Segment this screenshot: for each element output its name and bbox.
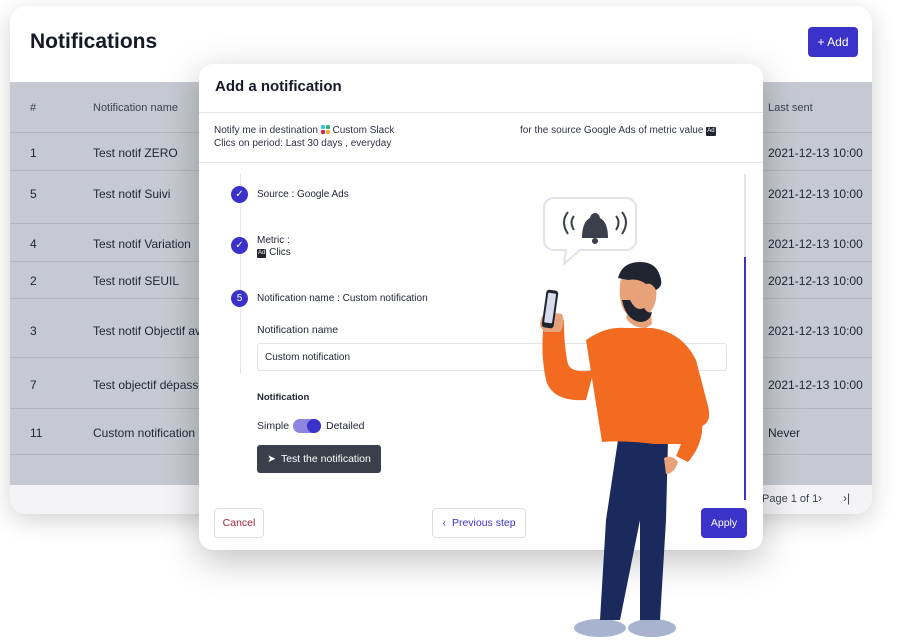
- cancel-button[interactable]: Cancel: [214, 508, 264, 538]
- notification-name-input[interactable]: [257, 343, 727, 371]
- apply-button[interactable]: Apply: [701, 508, 747, 538]
- google-ads-icon: Ad: [706, 127, 716, 136]
- cell-id: 2: [30, 274, 37, 288]
- last-page-button[interactable]: ›|: [843, 491, 850, 505]
- summary-period: Clics on period: Last 30 days , everyday: [214, 138, 392, 149]
- col-header-name: Notification name: [93, 102, 178, 114]
- divider: [199, 162, 763, 163]
- add-notification-modal: Add a notification Notify me in destinat…: [199, 64, 763, 550]
- modal-title: Add a notification: [215, 78, 342, 95]
- cell-id: 3: [30, 324, 37, 338]
- cell-name: Test objectif dépasse: [93, 378, 206, 392]
- test-notification-button[interactable]: ➤ Test the notification: [257, 445, 381, 473]
- col-header-id: #: [30, 102, 37, 114]
- stepper-line: [240, 174, 241, 374]
- cell-id: 7: [30, 378, 37, 392]
- scrollbar-thumb[interactable]: [744, 257, 746, 500]
- cell-id: 11: [30, 426, 43, 440]
- previous-step-button[interactable]: ‹ Previous step: [432, 508, 526, 538]
- cell-name: Custom notification: [93, 426, 196, 440]
- chevron-left-icon: ‹: [442, 517, 446, 529]
- previous-step-label: Previous step: [451, 517, 516, 529]
- cell-name: Test notif Suivi: [93, 187, 171, 201]
- cell-last-sent: 2021-12-13 10:00: [768, 146, 863, 160]
- toggle-label-simple: Simple: [257, 420, 290, 432]
- slack-icon: [320, 125, 330, 134]
- cell-name: Test notif Variation: [93, 237, 191, 251]
- page-title: Notifications: [30, 30, 158, 53]
- notification-name-label: Notification name: [257, 324, 339, 336]
- add-button[interactable]: + Add: [808, 27, 858, 57]
- cell-last-sent: Never: [768, 426, 801, 440]
- summary-text: Notify me in destination: [214, 125, 318, 136]
- check-icon: ✓: [231, 237, 248, 254]
- notification-section-label: Notification: [257, 392, 310, 403]
- cell-last-sent: 2021-12-13 10:00: [768, 324, 863, 338]
- step-metric[interactable]: Metric : Ad Clics: [257, 235, 291, 259]
- google-ads-icon: Ad: [257, 249, 267, 258]
- check-icon: ✓: [231, 186, 248, 203]
- divider: [199, 112, 763, 113]
- col-header-last-sent: Last sent: [768, 102, 813, 114]
- toggle-knob: [307, 419, 321, 433]
- step-metric-value: Clics: [269, 247, 291, 258]
- cell-id: 5: [30, 187, 37, 201]
- cell-last-sent: 2021-12-13 10:00: [768, 237, 863, 251]
- step-source[interactable]: Source : Google Ads: [257, 189, 349, 201]
- cell-last-sent: 2021-12-13 10:00: [768, 187, 863, 201]
- cell-last-sent: 2021-12-13 10:00: [768, 274, 863, 288]
- test-button-label: Test the notification: [280, 453, 371, 465]
- page-info: Page 1 of 1: [762, 493, 819, 505]
- notification-summary: Notify me in destination Custom Slack Cl…: [214, 124, 744, 150]
- cell-name: Test notif ZERO: [93, 146, 178, 160]
- cell-last-sent: 2021-12-13 10:00: [768, 378, 863, 392]
- cell-id: 4: [30, 237, 37, 251]
- detail-toggle[interactable]: [293, 419, 321, 433]
- cell-name: Test notif Objectif ava: [93, 324, 208, 338]
- next-page-button[interactable]: ›: [818, 491, 822, 505]
- step-metric-label: Metric :: [257, 235, 290, 246]
- summary-source: for the source Google Ads of metric valu…: [520, 125, 704, 136]
- cell-id: 1: [30, 146, 37, 160]
- cell-name: Test notif SEUIL: [93, 274, 180, 288]
- step-number-badge: 5: [231, 290, 248, 307]
- summary-destination: Custom Slack: [332, 125, 395, 136]
- send-icon: ➤: [267, 453, 276, 465]
- step-current: Notification name : Custom notification: [257, 293, 428, 304]
- toggle-label-detailed: Detailed: [326, 420, 365, 432]
